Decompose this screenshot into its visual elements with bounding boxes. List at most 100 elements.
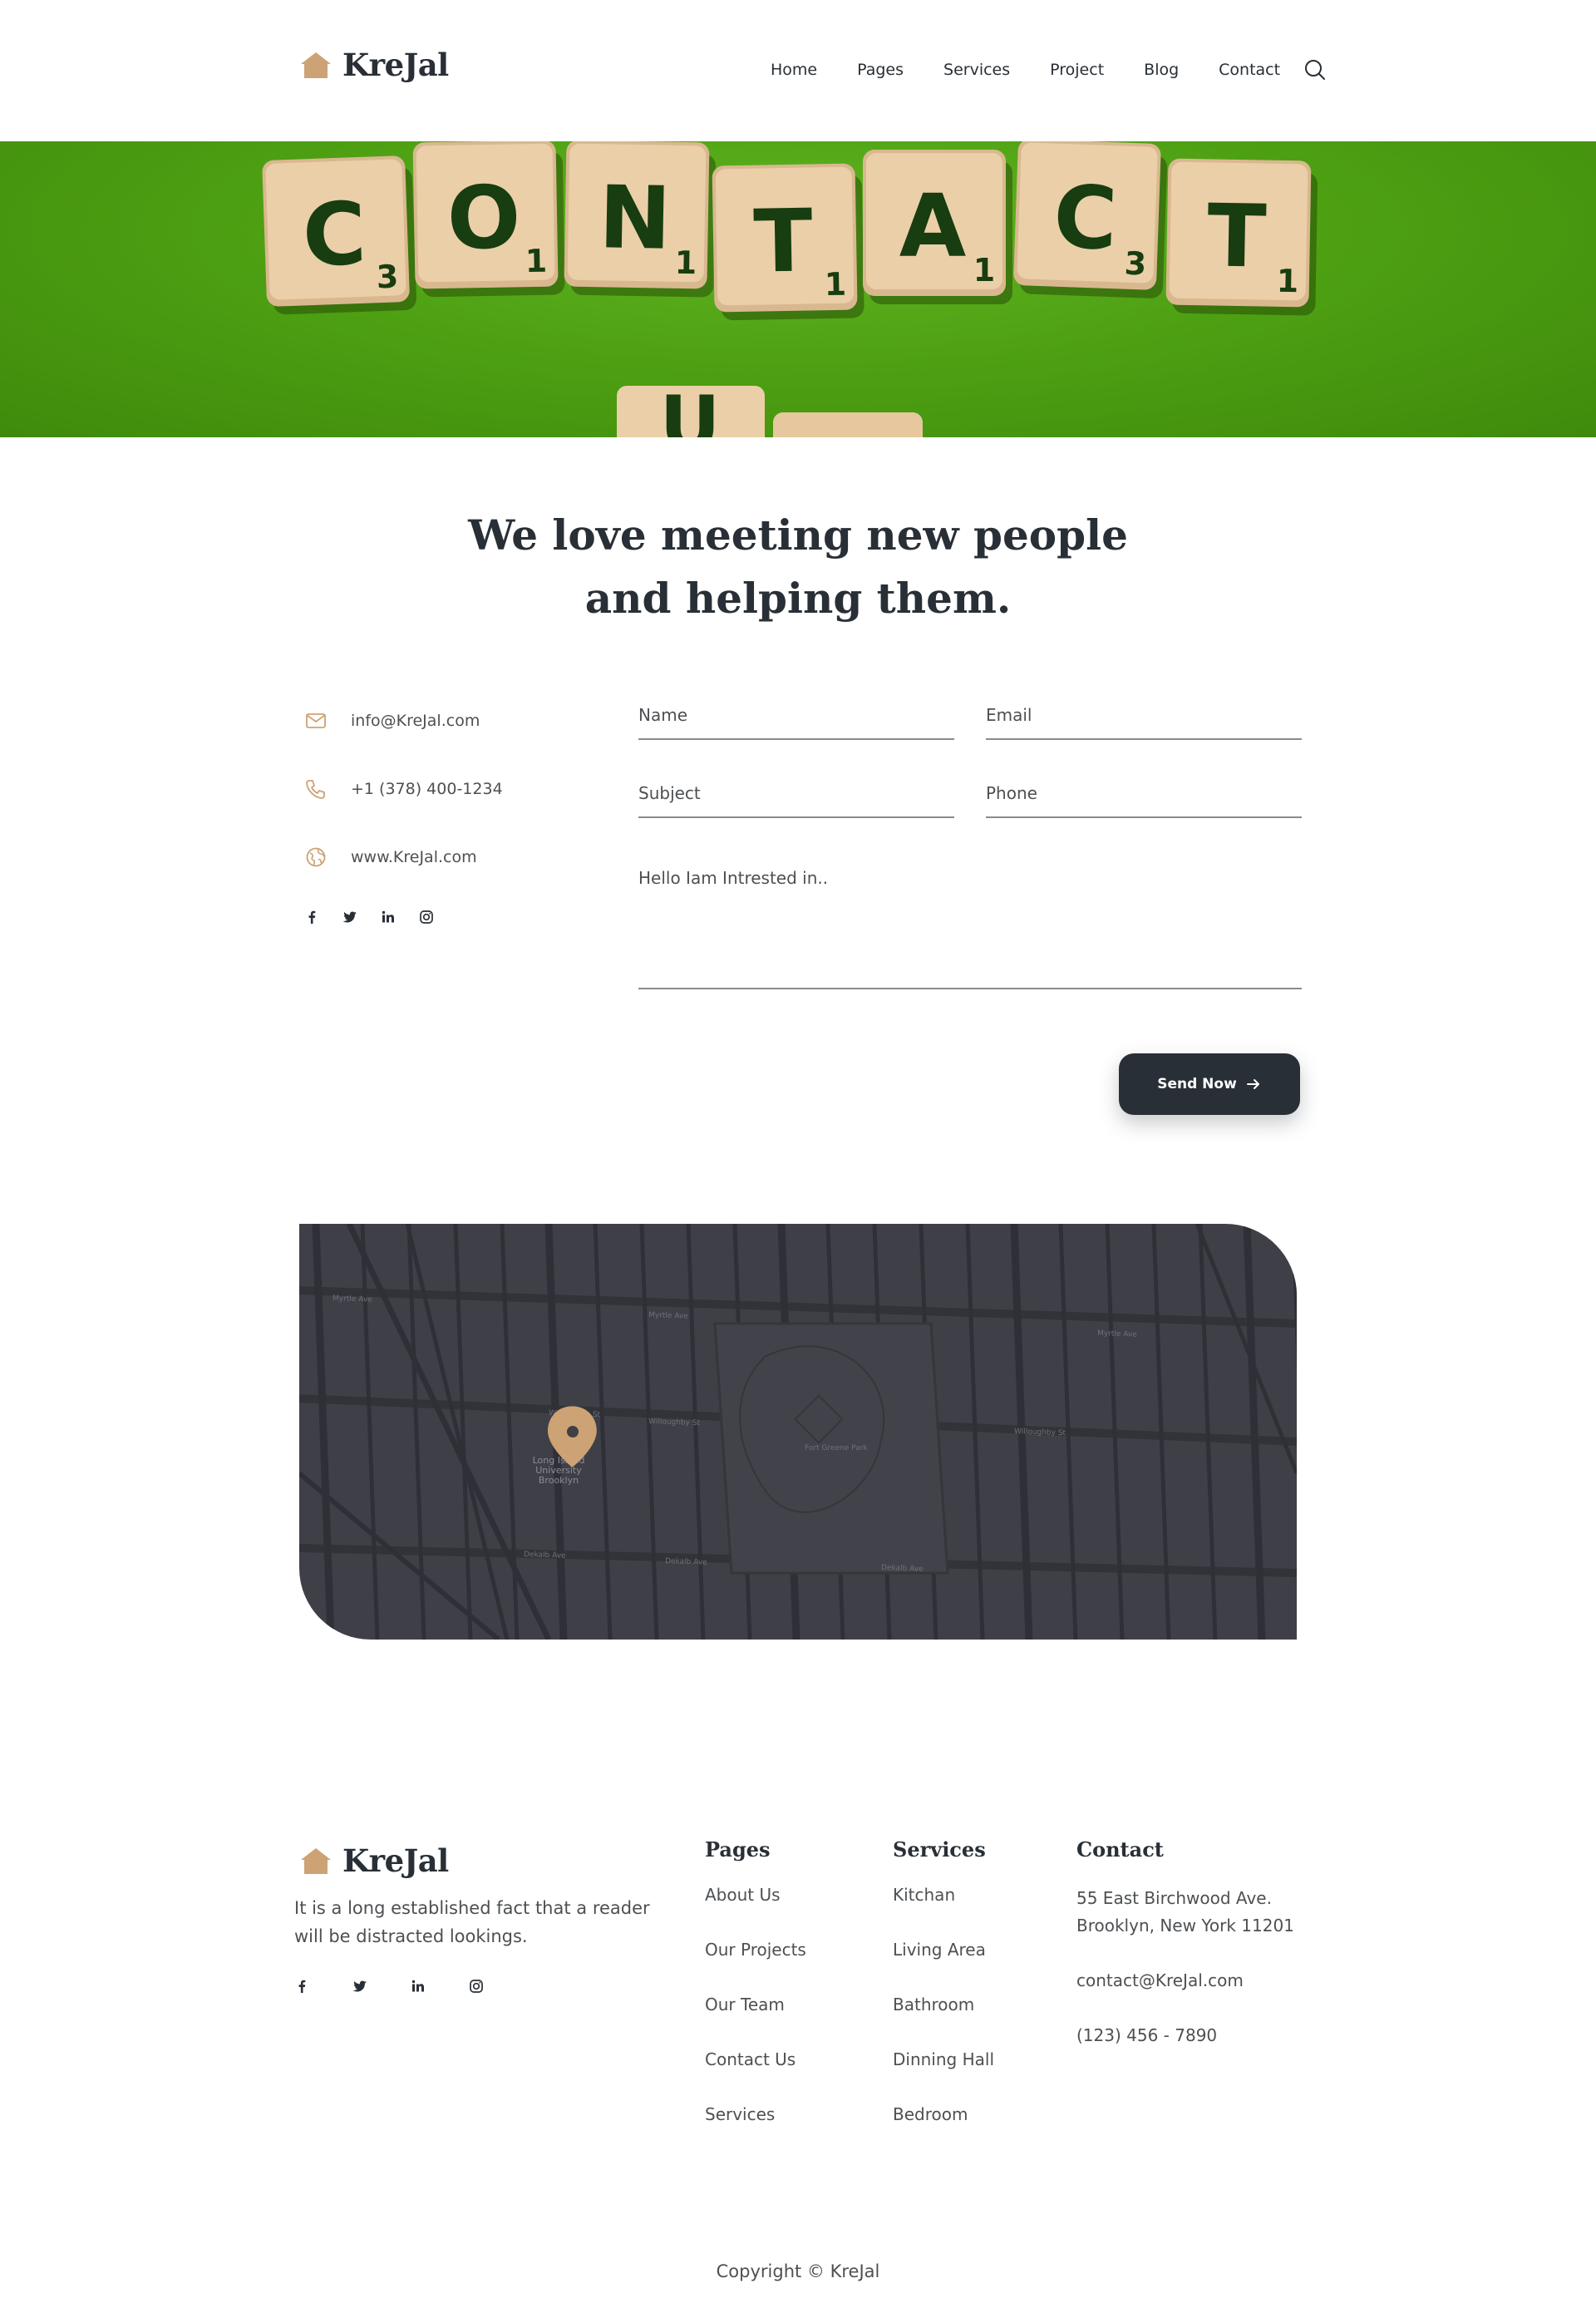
footer-link-services[interactable]: Services (705, 2104, 806, 2132)
contact-phone: +1 (378) 400-1234 (351, 780, 503, 798)
phone-field-wrapper (986, 777, 1302, 818)
svg-text:1: 1 (1276, 263, 1298, 299)
arrow-right-icon (1246, 1079, 1259, 1089)
svg-text:Dekalb Ave: Dekalb Ave (524, 1551, 566, 1561)
footer-link-bedroom[interactable]: Bedroom (893, 2104, 994, 2132)
footer-link-dinning-hall[interactable]: Dinning Hall (893, 2049, 994, 2077)
svg-text:Myrtle Ave: Myrtle Ave (332, 1294, 372, 1304)
scrabble-tile: C 3 (262, 155, 416, 315)
twitter-icon[interactable] (352, 1979, 367, 1994)
contact-social-links (304, 910, 554, 925)
footer-contact-column: Contact 55 East Birchwood Ave. Brooklyn,… (1076, 1837, 1294, 2049)
footer-link-contact-us[interactable]: Contact Us (705, 2049, 806, 2077)
scrabble-tile: T 1 (1165, 158, 1318, 316)
send-now-button[interactable]: Send Now (1119, 1053, 1300, 1115)
footer-social-links (294, 1979, 484, 1994)
footer-services-title: Services (893, 1837, 986, 1862)
footer-link-our-projects[interactable]: Our Projects (705, 1940, 806, 1967)
contact-banner-image: C 3 O 1 N 1 T 1 A 1 C 3 T 1 U (0, 141, 1596, 437)
nav-project[interactable]: Project (1050, 61, 1104, 79)
footer-address-line-1: 55 East Birchwood Ave. (1076, 1888, 1272, 1908)
globe-icon (306, 847, 326, 867)
instagram-icon[interactable] (419, 910, 434, 925)
svg-text:1: 1 (824, 266, 846, 303)
linkedin-icon[interactable] (381, 910, 396, 925)
svg-text:Brooklyn: Brooklyn (539, 1475, 579, 1486)
brand-logo[interactable]: KreJal (299, 47, 449, 83)
map-streets-graphic: Myrtle Ave Myrtle Ave Myrtle Ave Willoughby… (299, 1224, 1297, 1640)
svg-text:A: A (899, 175, 967, 277)
email-input[interactable] (986, 698, 1302, 725)
scrabble-tile: O 1 (412, 141, 565, 298)
footer-pages-column: Pages About Us Our Projects Our Team Con… (705, 1837, 806, 2159)
svg-text:Dekalb Ave: Dekalb Ave (881, 1564, 924, 1574)
svg-text:3: 3 (1124, 245, 1147, 283)
nav-home[interactable]: Home (771, 61, 817, 79)
svg-text:T: T (753, 190, 814, 292)
mail-icon (306, 713, 326, 728)
page-headline: We love meeting new people and helping t… (382, 504, 1214, 630)
house-logo-icon (301, 52, 331, 78)
contact-phone-row[interactable]: +1 (378) 400-1234 (304, 777, 554, 801)
scrabble-tile: A 1 (863, 150, 1012, 304)
footer-address-line-2: Brooklyn, New York 11201 (1076, 1916, 1294, 1936)
footer-link-kitchan[interactable]: Kitchan (893, 1885, 994, 1912)
main-nav: Home Pages Services Project Blog Contact (771, 58, 1327, 81)
nav-blog[interactable]: Blog (1144, 61, 1179, 79)
footer-link-bathroom[interactable]: Bathroom (893, 1995, 994, 2022)
footer-link-our-team[interactable]: Our Team (705, 1995, 806, 2022)
brand-name: KreJal (342, 47, 449, 83)
footer-pages-title: Pages (705, 1837, 771, 1862)
headline-line-2: and helping them. (584, 574, 1012, 623)
footer-contact-email[interactable]: contact@KreJal.com (1076, 1967, 1294, 1995)
subject-input[interactable] (638, 777, 954, 803)
search-icon[interactable] (1303, 58, 1327, 81)
footer-link-living-area[interactable]: Living Area (893, 1940, 994, 1967)
facebook-icon[interactable] (304, 910, 319, 925)
nav-services[interactable]: Services (943, 61, 1010, 79)
footer-brand-logo[interactable]: KreJal (299, 1842, 449, 1879)
contact-website: www.KreJal.com (351, 848, 477, 866)
facebook-icon[interactable] (294, 1979, 309, 1994)
svg-text:Myrtle Ave: Myrtle Ave (648, 1311, 688, 1321)
scrabble-tiles-graphic: C 3 O 1 N 1 T 1 A 1 C 3 T 1 U (262, 141, 1318, 437)
instagram-icon[interactable] (469, 1979, 484, 1994)
twitter-icon[interactable] (342, 910, 357, 925)
subject-field-wrapper (638, 777, 954, 818)
svg-text:T: T (1206, 185, 1267, 287)
svg-text:1: 1 (973, 252, 995, 288)
location-map[interactable]: Myrtle Ave Myrtle Ave Myrtle Ave Willoughby… (299, 1224, 1297, 1640)
scrabble-tile: T 1 (712, 163, 864, 321)
footer-link-about-us[interactable]: About Us (705, 1885, 806, 1912)
name-input[interactable] (638, 698, 954, 725)
name-field-wrapper (638, 698, 954, 740)
message-textarea[interactable] (638, 861, 1302, 978)
footer-contact-phone[interactable]: (123) 456 - 7890 (1076, 2022, 1294, 2049)
contact-email: info@KreJal.com (351, 712, 480, 730)
nav-contact[interactable]: Contact (1219, 61, 1280, 79)
svg-text:C: C (1052, 166, 1120, 270)
svg-text:Dekalb Ave: Dekalb Ave (665, 1557, 707, 1567)
message-field-wrapper (638, 861, 1302, 989)
svg-text:N: N (598, 166, 672, 269)
svg-text:Willoughby St: Willoughby St (648, 1418, 701, 1428)
copyright-text: Copyright © KreJal (716, 2261, 880, 2281)
svg-text:C: C (301, 183, 368, 287)
scrabble-tile: C 3 (1013, 141, 1167, 298)
contact-info: info@KreJal.com +1 (378) 400-1234 www.Kr… (304, 708, 554, 925)
linkedin-icon[interactable] (411, 1979, 426, 1994)
svg-text:1: 1 (525, 243, 547, 279)
send-now-label: Send Now (1157, 1076, 1237, 1092)
phone-input[interactable] (986, 777, 1302, 803)
site-header: KreJal Home Pages Services Project Blog … (0, 0, 1596, 141)
scrabble-tile: N 1 (564, 141, 717, 298)
footer-description: It is a long established fact that a rea… (294, 1898, 650, 1946)
svg-text:Fort Greene Park: Fort Greene Park (805, 1444, 868, 1452)
contact-email-row[interactable]: info@KreJal.com (304, 708, 554, 733)
house-logo-icon (301, 1848, 331, 1874)
email-field-wrapper (986, 698, 1302, 740)
nav-pages[interactable]: Pages (857, 61, 904, 79)
svg-text:O: O (446, 166, 522, 269)
svg-text:Myrtle Ave: Myrtle Ave (1097, 1329, 1137, 1339)
contact-website-row[interactable]: www.KreJal.com (304, 845, 554, 870)
